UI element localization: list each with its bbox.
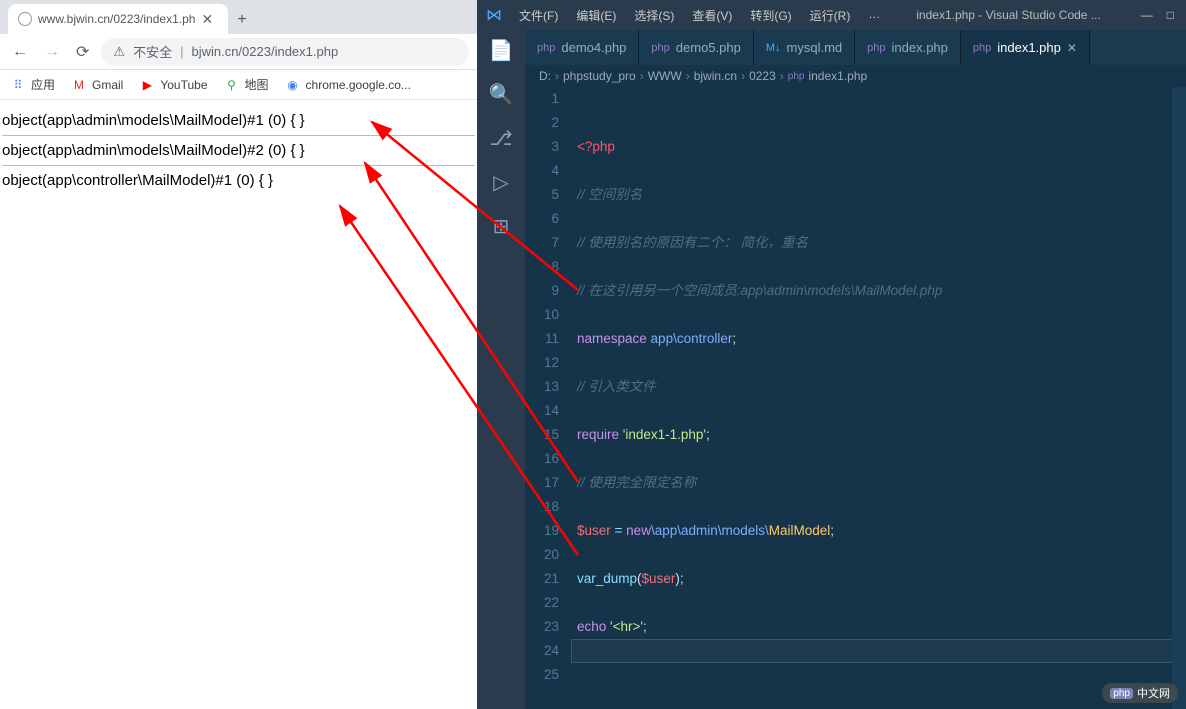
output-line-3: object(app\controller\MailModel)#1 (0) {… [2,168,475,193]
output-line-1: object(app\admin\models\MailModel)#1 (0)… [2,108,475,133]
hr-1 [2,135,475,136]
vscode-menu: 文件(F) 编辑(E) 选择(S) 查看(V) 转到(G) 运行(R) … [511,3,888,28]
back-button[interactable]: ← [8,39,32,65]
minimize-button[interactable]: — [1141,8,1153,22]
menu-select[interactable]: 选择(S) [626,3,682,28]
menu-edit[interactable]: 编辑(E) [568,3,624,28]
chrome-window: www.bjwin.cn/0223/index1.ph ✕ + ← → ⟳ ⚠ … [0,0,477,709]
youtube-bookmark[interactable]: ▶YouTube [139,77,207,93]
chromestore-bookmark[interactable]: ◉chrome.google.co... [285,77,411,93]
tab-index1[interactable]: phpindex1.php✕ [961,30,1090,65]
md-icon: M↓ [766,42,781,54]
watermark: php 中文网 [1102,683,1178,703]
line-gutter: 1234567891011121314151617181920212223242… [525,87,571,709]
vscode-window: ⋈ 文件(F) 编辑(E) 选择(S) 查看(V) 转到(G) 运行(R) … … [477,0,1186,709]
menu-view[interactable]: 查看(V) [684,3,740,28]
vscode-logo-icon: ⋈ [477,5,511,25]
editor-area: phpdemo4.php phpdemo5.php M↓mysql.md php… [525,30,1186,709]
gmail-bookmark[interactable]: MGmail [71,77,123,93]
tab-mysql[interactable]: M↓mysql.md [754,30,855,65]
search-icon[interactable]: 🔍 [489,82,513,106]
new-tab-button[interactable]: + [228,6,256,34]
gmail-icon: M [71,77,87,93]
php-icon: php [537,42,555,54]
activity-bar: 📄 🔍 ⎇ ▷ ⊞ [477,30,525,709]
chrome-icon: ◉ [285,77,301,93]
tab-index[interactable]: phpindex.php [855,30,961,65]
apps-bookmark[interactable]: ⠿应用 [10,76,55,93]
extensions-icon[interactable]: ⊞ [489,214,513,238]
youtube-icon: ▶ [139,77,155,93]
maximize-button[interactable]: □ [1167,8,1174,22]
window-controls: — □ [1129,8,1186,22]
maps-icon: ⚲ [224,77,240,93]
hr-2 [2,165,475,166]
warning-icon: ⚠ [113,44,125,60]
debug-icon[interactable]: ▷ [489,170,513,194]
menu-run[interactable]: 运行(R) [802,3,859,28]
menu-file[interactable]: 文件(F) [511,3,566,28]
url-text: bjwin.cn/0223/index1.php [191,44,338,59]
vscode-title: index1.php - Visual Studio Code ... [888,8,1128,22]
menu-goto[interactable]: 转到(G) [742,3,799,28]
php-icon: php [973,42,991,54]
menu-more[interactable]: … [860,3,888,28]
close-icon[interactable]: ✕ [201,11,213,28]
output-line-2: object(app\admin\models\MailModel)#2 (0)… [2,138,475,163]
chrome-tabstrip: www.bjwin.cn/0223/index1.ph ✕ + [0,0,477,34]
tab-demo5[interactable]: phpdemo5.php [639,30,753,65]
apps-icon: ⠿ [10,77,26,93]
address-bar[interactable]: ⚠ 不安全 | bjwin.cn/0223/index1.php [101,38,469,66]
globe-icon [18,12,32,26]
php-icon: php [867,42,885,54]
chrome-toolbar: ← → ⟳ ⚠ 不安全 | bjwin.cn/0223/index1.php [0,34,477,70]
editor-tabs: phpdemo4.php phpdemo5.php M↓mysql.md php… [525,30,1186,65]
tab-demo4[interactable]: phpdemo4.php [525,30,639,65]
forward-button[interactable]: → [40,39,64,65]
tab-title: www.bjwin.cn/0223/index1.ph [38,12,195,26]
vscode-titlebar: ⋈ 文件(F) 编辑(E) 选择(S) 查看(V) 转到(G) 运行(R) … … [477,0,1186,30]
close-icon[interactable]: ✕ [1067,41,1077,55]
page-content: object(app\admin\models\MailModel)#1 (0)… [0,100,477,201]
maps-bookmark[interactable]: ⚲地图 [224,76,269,93]
explorer-icon[interactable]: 📄 [489,38,513,62]
insecure-label: 不安全 [133,42,172,61]
code-lines[interactable]: <?php // 空间别名 // 使用别名的原因有二个： 简化，重名 // 在这… [571,87,1186,709]
minimap[interactable] [1172,87,1186,709]
bookmarks-bar: ⠿应用 MGmail ▶YouTube ⚲地图 ◉chrome.google.c… [0,70,477,100]
vscode-body: 📄 🔍 ⎇ ▷ ⊞ phpdemo4.php phpdemo5.php M↓my… [477,30,1186,709]
code-editor[interactable]: 1234567891011121314151617181920212223242… [525,87,1186,709]
breadcrumb[interactable]: D:› phpstudy_pro› WWW› bjwin.cn› 0223› p… [525,65,1186,87]
reload-button[interactable]: ⟳ [72,38,93,66]
php-icon: php [651,42,669,54]
source-control-icon[interactable]: ⎇ [489,126,513,150]
browser-tab[interactable]: www.bjwin.cn/0223/index1.ph ✕ [8,4,228,34]
